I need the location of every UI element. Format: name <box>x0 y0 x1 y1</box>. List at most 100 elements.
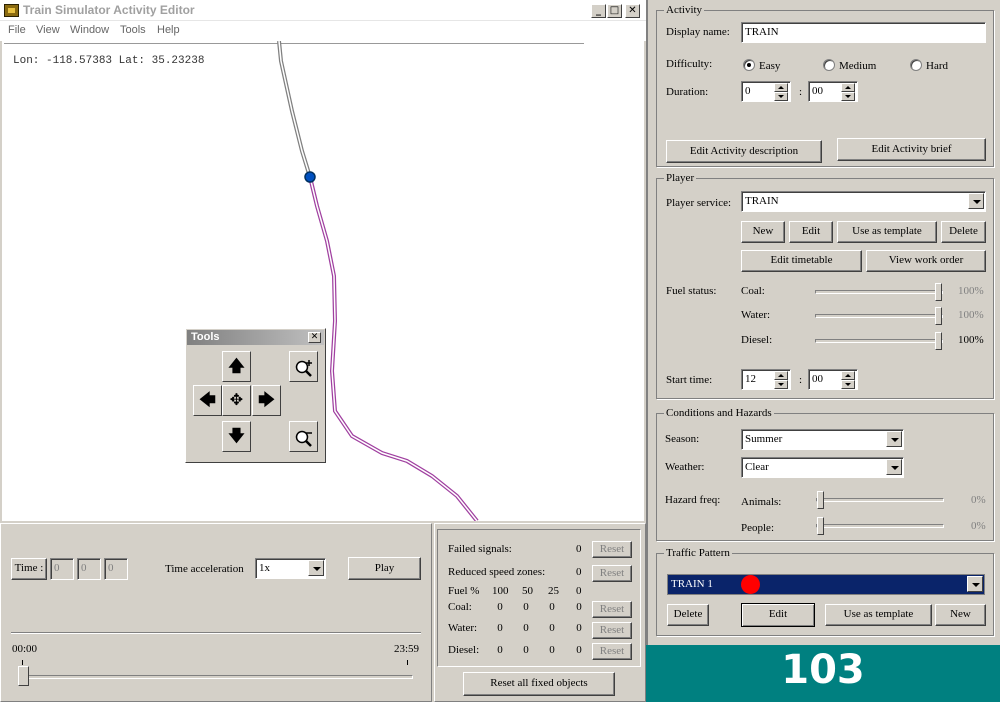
edit-activity-brief-button[interactable]: Edit Activity brief <box>837 138 986 161</box>
traffic-delete-button[interactable]: Delete <box>667 604 709 626</box>
hazard-animals-slider[interactable] <box>816 491 944 509</box>
hazard-people-slider[interactable] <box>816 517 944 535</box>
hazard-people-thumb[interactable] <box>817 517 824 535</box>
stats-cell: 0 <box>576 622 582 634</box>
fuel-coal-slider[interactable] <box>815 283 943 301</box>
slider-start-label: 00:00 <box>12 643 38 655</box>
duration-hours-spinner[interactable] <box>774 82 790 101</box>
maximize-button[interactable]: □ <box>607 4 622 18</box>
fuel-water-slider[interactable] <box>815 307 943 325</box>
zoom-in-button[interactable] <box>289 351 318 382</box>
difficulty-easy-radio[interactable] <box>743 59 755 71</box>
chevron-down-icon[interactable] <box>968 193 984 209</box>
menu-help[interactable]: Help <box>157 24 180 36</box>
menu-file[interactable]: File <box>8 24 26 36</box>
difficulty-hard-label[interactable]: Hard <box>926 60 948 72</box>
traffic-pattern-select[interactable]: TRAIN 1 <box>667 574 985 595</box>
fuel-coal-value: 100% <box>958 285 984 297</box>
view-work-order-button[interactable]: View work order <box>866 250 986 272</box>
menu-window[interactable]: Window <box>70 24 109 36</box>
spin-up-icon[interactable] <box>841 371 855 380</box>
arrow-right-icon: 🡆 <box>258 390 275 409</box>
play-button[interactable]: Play <box>348 557 421 580</box>
pan-down-button[interactable]: 🡇 <box>222 421 251 452</box>
time-slider-thumb[interactable] <box>18 666 29 686</box>
reset-diesel-button[interactable]: Reset <box>592 643 632 660</box>
reset-speed-zones-button[interactable]: Reset <box>592 565 632 582</box>
tools-title-bar[interactable]: Tools ✕ <box>187 330 324 345</box>
traffic-edit-button[interactable]: Edit <box>741 603 815 627</box>
season-select[interactable]: Summer <box>741 429 904 450</box>
spin-down-icon[interactable] <box>774 92 788 101</box>
start-hours-spinner[interactable] <box>774 370 790 389</box>
time-button[interactable]: Time : <box>11 558 47 580</box>
spin-down-icon[interactable] <box>841 380 855 389</box>
start-minutes-input[interactable]: 00 <box>808 369 858 390</box>
player-service-select[interactable]: TRAIN <box>741 191 986 212</box>
fuel-diesel-slider[interactable] <box>815 332 943 350</box>
close-button[interactable]: ✕ <box>625 4 640 18</box>
duration-minutes-input[interactable]: 00 <box>808 81 858 102</box>
pan-up-button[interactable]: 🡅 <box>222 351 251 382</box>
chevron-down-icon[interactable] <box>967 576 983 592</box>
spin-up-icon[interactable] <box>774 371 788 380</box>
spin-down-icon[interactable] <box>774 380 788 389</box>
menu-bar: File View Window Tools Help <box>0 21 646 41</box>
display-name-input[interactable]: TRAIN <box>741 22 986 43</box>
fuel-diesel-thumb[interactable] <box>935 332 942 350</box>
reset-signals-button[interactable]: Reset <box>592 541 632 558</box>
player-template-button[interactable]: Use as template <box>837 221 937 243</box>
main-window: Train Simulator Activity Editor _ □ ✕ Fi… <box>0 0 646 702</box>
counter-value: 103 <box>781 647 865 693</box>
time-seconds-field[interactable]: 0 <box>104 558 128 580</box>
stats-cell: 0 <box>497 622 503 634</box>
traffic-template-button[interactable]: Use as template <box>825 604 932 626</box>
chevron-down-icon[interactable] <box>308 560 324 576</box>
time-minutes-field[interactable]: 0 <box>77 558 101 580</box>
fuel-water-thumb[interactable] <box>935 307 942 325</box>
pan-right-button[interactable]: 🡆 <box>252 385 281 416</box>
chevron-down-icon[interactable] <box>886 459 902 475</box>
player-new-button[interactable]: New <box>741 221 785 243</box>
zoom-out-button[interactable] <box>289 421 318 452</box>
fuel-col-25: 25 <box>548 585 559 597</box>
spin-up-icon[interactable] <box>774 83 788 92</box>
reset-water-button[interactable]: Reset <box>592 622 632 639</box>
time-acceleration-select[interactable]: 1x <box>255 558 326 579</box>
pan-center-button[interactable]: ✥ <box>222 385 251 416</box>
weather-select[interactable]: Clear <box>741 457 904 478</box>
chevron-down-icon[interactable] <box>886 431 902 447</box>
edit-timetable-button[interactable]: Edit timetable <box>741 250 862 272</box>
difficulty-medium-radio[interactable] <box>823 59 835 71</box>
player-group: Player Player service: TRAIN New Edit Us… <box>656 172 994 399</box>
start-minutes-value: 00 <box>812 373 823 385</box>
hazard-animals-thumb[interactable] <box>817 491 824 509</box>
edit-activity-description-button[interactable]: Edit Activity description <box>666 140 822 163</box>
time-slider-track[interactable] <box>19 675 413 679</box>
tools-close-button[interactable]: ✕ <box>308 332 321 343</box>
spin-down-icon[interactable] <box>841 92 855 101</box>
difficulty-hard-radio[interactable] <box>910 59 922 71</box>
difficulty-easy-label[interactable]: Easy <box>759 60 780 72</box>
menu-tools[interactable]: Tools <box>120 24 146 36</box>
traffic-new-button[interactable]: New <box>935 604 986 626</box>
duration-minutes-spinner[interactable] <box>841 82 857 101</box>
zoom-out-icon <box>295 430 312 447</box>
pan-left-button[interactable]: 🡄 <box>193 385 222 416</box>
player-delete-button[interactable]: Delete <box>941 221 986 243</box>
fuel-coal-thumb[interactable] <box>935 283 942 301</box>
spin-up-icon[interactable] <box>841 83 855 92</box>
difficulty-medium-label[interactable]: Medium <box>839 60 876 72</box>
map-canvas[interactable]: Lon: -118.57383 Lat: 35.23238 Tools ✕ 🡅 … <box>2 41 644 521</box>
reset-coal-button[interactable]: Reset <box>592 601 632 618</box>
player-edit-button[interactable]: Edit <box>789 221 833 243</box>
time-hours-field[interactable]: 0 <box>50 558 74 580</box>
start-minutes-spinner[interactable] <box>841 370 857 389</box>
menu-view[interactable]: View <box>36 24 60 36</box>
reset-all-button[interactable]: Reset all fixed objects <box>463 672 615 696</box>
duration-label: Duration: <box>666 86 709 98</box>
start-hours-input[interactable]: 12 <box>741 369 791 390</box>
duration-hours-input[interactable]: 0 <box>741 81 791 102</box>
minimize-button[interactable]: _ <box>591 4 606 18</box>
tools-palette[interactable]: Tools ✕ 🡅 🡄 ✥ 🡆 🡇 <box>185 328 326 463</box>
